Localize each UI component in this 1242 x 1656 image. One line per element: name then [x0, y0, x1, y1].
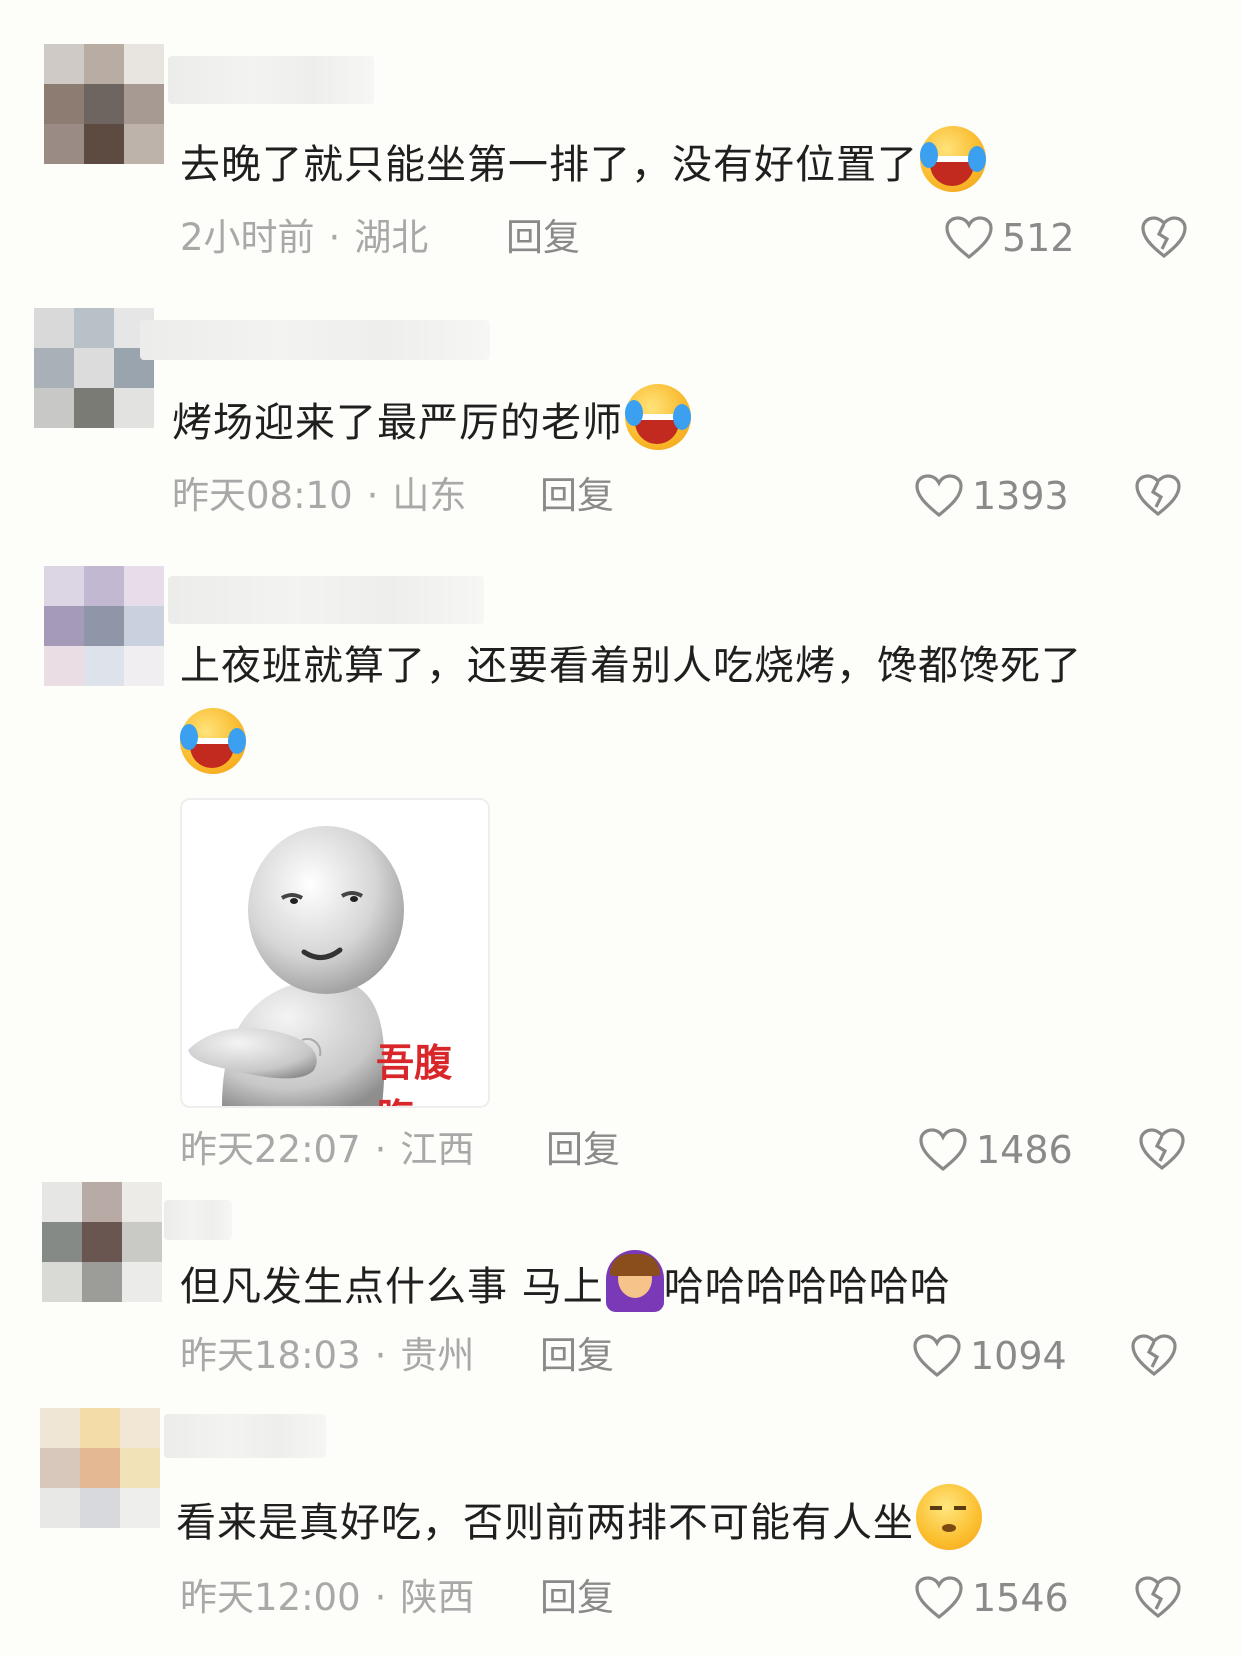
- comment-location: 山东: [392, 474, 467, 517]
- comment-time: 昨天18:03: [180, 1334, 361, 1377]
- comment-text: 去晚了就只能坐第一排了，没有好位置了: [180, 126, 986, 197]
- comment-meta: 昨天12:00 · 陕西: [180, 1576, 475, 1619]
- comment-text: 但凡发生点什么事 马上 哈哈哈哈哈哈哈: [180, 1250, 951, 1319]
- sticker-caption: 吾腹腹: [376, 1041, 453, 1106]
- dislike-broken-heart-icon[interactable]: [1134, 1574, 1182, 1620]
- like-count: 1486: [976, 1128, 1073, 1172]
- username-blurred[interactable]: [140, 320, 490, 360]
- like-count: 1094: [970, 1334, 1067, 1378]
- comment-time: 昨天22:07: [180, 1128, 361, 1171]
- username-blurred[interactable]: [164, 1414, 326, 1458]
- like-count: 1393: [972, 474, 1069, 518]
- dislike-broken-heart-icon[interactable]: [1134, 472, 1182, 518]
- reply-button[interactable]: 回复: [540, 470, 614, 522]
- laughing-crying-emoji-icon: [625, 384, 691, 450]
- reply-button[interactable]: 回复: [506, 212, 580, 264]
- avatar[interactable]: [44, 44, 164, 164]
- heart-icon: [919, 1128, 967, 1172]
- comment-text-emoji-line: [180, 708, 246, 779]
- like-count: 1546: [972, 1576, 1069, 1620]
- comment-location: 陕西: [400, 1576, 475, 1619]
- comment-time: 昨天12:00: [180, 1576, 361, 1619]
- sticker-image[interactable]: 吾腹腹: [180, 798, 490, 1108]
- laughing-crying-emoji-icon: [180, 708, 246, 774]
- comment-location: 湖北: [354, 216, 429, 259]
- username-blurred[interactable]: [164, 1200, 232, 1240]
- like-button[interactable]: 512: [944, 212, 1075, 264]
- smug-face-emoji-icon: [916, 1484, 982, 1550]
- like-button[interactable]: 1546: [914, 1572, 1069, 1624]
- like-button[interactable]: 1094: [912, 1330, 1067, 1382]
- heart-icon: [913, 1334, 961, 1378]
- username-blurred[interactable]: [168, 576, 484, 624]
- avatar[interactable]: [34, 308, 154, 428]
- reply-button[interactable]: 回复: [546, 1124, 620, 1176]
- comment-time: 2小时前: [180, 216, 315, 259]
- comment-meta: 昨天08:10 · 山东: [172, 474, 467, 517]
- reply-button[interactable]: 回复: [540, 1330, 614, 1382]
- dislike-broken-heart-icon[interactable]: [1130, 1332, 1178, 1378]
- comment-location: 贵州: [400, 1334, 475, 1377]
- laughing-crying-emoji-icon: [920, 126, 986, 192]
- avatar[interactable]: [42, 1182, 162, 1302]
- dislike-broken-heart-icon[interactable]: [1138, 1126, 1186, 1172]
- like-button[interactable]: 1486: [918, 1124, 1073, 1176]
- comment-text: 上夜班就算了，还要看着别人吃烧烤，馋都馋死了: [180, 643, 1082, 689]
- comment-text: 看来是真好吃，否则前两排不可能有人坐: [176, 1484, 982, 1555]
- comment-meta: 2小时前 · 湖北: [180, 216, 429, 259]
- heart-icon: [915, 474, 963, 518]
- heart-icon: [945, 216, 993, 260]
- comment-location: 江西: [400, 1128, 475, 1171]
- like-button[interactable]: 1393: [914, 470, 1069, 522]
- avatar[interactable]: [40, 1408, 160, 1528]
- person-facepalming-emoji-icon: [605, 1250, 664, 1312]
- comment-text: 烤场迎来了最严厉的老师: [172, 384, 691, 455]
- comment-time: 昨天08:10: [172, 474, 353, 517]
- dislike-broken-heart-icon[interactable]: [1140, 214, 1188, 260]
- comment-meta: 昨天22:07 · 江西: [180, 1128, 475, 1171]
- comment-meta: 昨天18:03 · 贵州: [180, 1334, 475, 1377]
- heart-icon: [915, 1576, 963, 1620]
- avatar[interactable]: [44, 566, 164, 686]
- username-blurred[interactable]: [168, 56, 374, 104]
- like-count: 512: [1002, 216, 1075, 260]
- reply-button[interactable]: 回复: [540, 1572, 614, 1624]
